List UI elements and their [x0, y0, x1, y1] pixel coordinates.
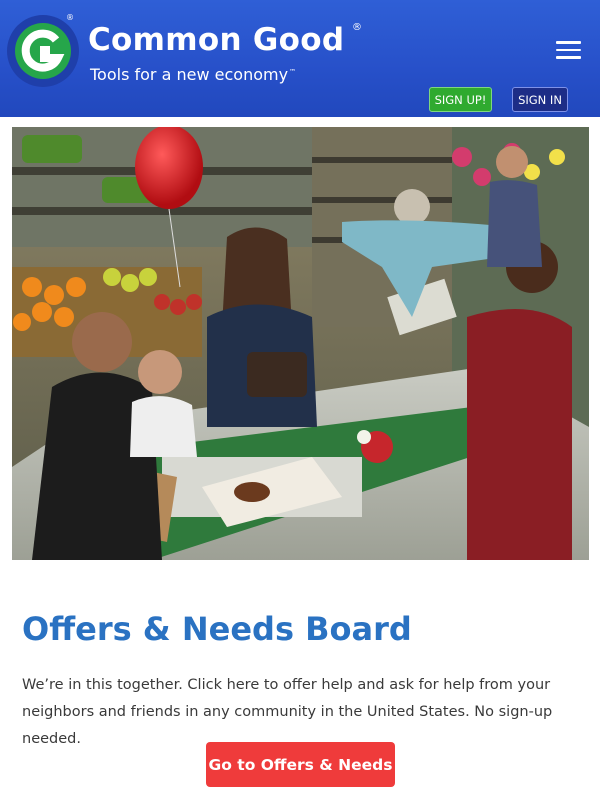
sign-in-button[interactable]: SIGN IN — [512, 87, 568, 112]
logo-registered-mark: ® — [66, 13, 74, 22]
sign-up-button[interactable]: SIGN UP! — [429, 87, 492, 112]
go-to-offers-needs-button[interactable]: Go to Offers & Needs — [206, 742, 395, 787]
tagline-text: Tools for a new economy — [90, 65, 289, 84]
board-description[interactable]: We’re in this together. Click here to of… — [22, 672, 587, 753]
common-good-logo-icon[interactable] — [6, 14, 80, 88]
menu-line — [556, 48, 581, 52]
menu-line — [556, 41, 581, 44]
tagline: Tools for a new economy™ — [90, 65, 296, 84]
site-header: ® Common Good ® Tools for a new economy™… — [0, 0, 600, 117]
trademark-mark: ™ — [289, 67, 297, 76]
brand-name[interactable]: Common Good — [88, 22, 344, 58]
grocery-checkout-photo — [12, 127, 589, 560]
menu-line — [556, 56, 581, 59]
brand-registered-mark: ® — [352, 22, 362, 33]
page-title: Offers & Needs Board — [22, 610, 412, 648]
hamburger-menu-icon[interactable] — [556, 41, 581, 61]
